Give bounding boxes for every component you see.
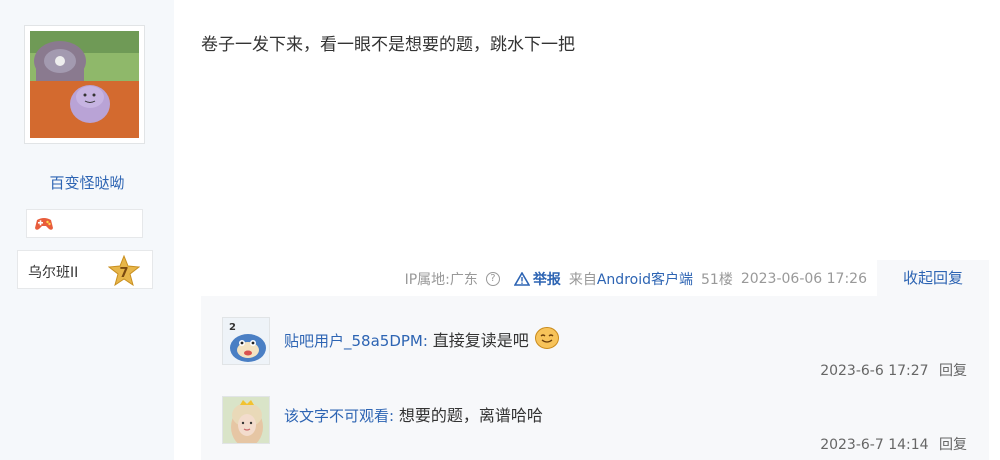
reply-username-link[interactable]: 贴吧用户_58a5DPM xyxy=(284,332,423,350)
author-avatar[interactable] xyxy=(24,25,145,144)
source-client-link[interactable]: Android客户端 xyxy=(597,269,693,289)
game-controller-icon[interactable] xyxy=(33,215,55,237)
reply-line: 该文字不可观看: 想要的题，离谱哈哈 xyxy=(284,402,543,426)
reply-time: 2023-6-7 14:14 xyxy=(820,437,929,453)
reply-line: 贴吧用户_58a5DPM: 直接复读是吧 xyxy=(284,326,560,351)
smiley-emoji-icon xyxy=(534,327,559,349)
report-button[interactable]: 举报 xyxy=(513,269,561,289)
level-name: 乌尔班II xyxy=(28,265,79,281)
reply-colon: : xyxy=(422,332,428,350)
post-content: 卷子一发下来，看一眼不是想要的题，跳水下一把 xyxy=(201,35,575,55)
report-label: 举报 xyxy=(532,272,561,288)
floor-number: 51楼 xyxy=(701,272,733,288)
collapse-replies-button[interactable]: 收起回复 xyxy=(877,260,989,296)
level-star-icon: 7 xyxy=(107,254,141,291)
author-level-box[interactable]: 乌尔班II 7 xyxy=(17,250,153,289)
post-timestamp: 2023-06-06 17:26 xyxy=(740,271,867,287)
level-number: 7 xyxy=(119,266,128,281)
reply-text: 想要的题，离谱哈哈 xyxy=(398,406,543,425)
reply-button[interactable]: 回复 xyxy=(939,437,967,453)
author-badge-box xyxy=(26,209,143,238)
svg-text:2: 2 xyxy=(229,322,236,333)
ip-help-icon[interactable]: ? xyxy=(485,272,500,286)
author-sidebar: 百变怪哒呦 乌尔班II 7 xyxy=(0,0,174,460)
reply-username-link[interactable]: 该文字不可观看 xyxy=(284,407,389,425)
reply-button[interactable]: 回复 xyxy=(939,363,967,379)
reply-text: 直接复读是吧 xyxy=(432,331,529,350)
reply-list: 2 贴吧用户_58a5DPM: 直接复读是吧 2023-6-6 17:27 回复 xyxy=(201,296,989,460)
reply-time: 2023-6-6 17:27 xyxy=(820,363,929,379)
reply-footer: 2023-6-7 14:14 回复 xyxy=(820,434,967,454)
source-prefix: 来自 xyxy=(568,272,597,288)
author-name-link[interactable]: 百变怪哒呦 xyxy=(0,172,174,193)
ip-location: IP属地:广东 xyxy=(404,272,478,288)
post-meta-bar: IP属地:广东 ? 举报 来自 Android客户端 51楼 2023-06-0… xyxy=(201,260,989,296)
ditto-avatar-image xyxy=(30,31,139,138)
reply-avatar[interactable]: 2 xyxy=(222,317,270,365)
reply-colon: : xyxy=(389,407,395,425)
reply-avatar[interactable] xyxy=(222,396,270,444)
reply-footer: 2023-6-6 17:27 回复 xyxy=(820,360,967,380)
warning-triangle-icon xyxy=(513,272,530,286)
